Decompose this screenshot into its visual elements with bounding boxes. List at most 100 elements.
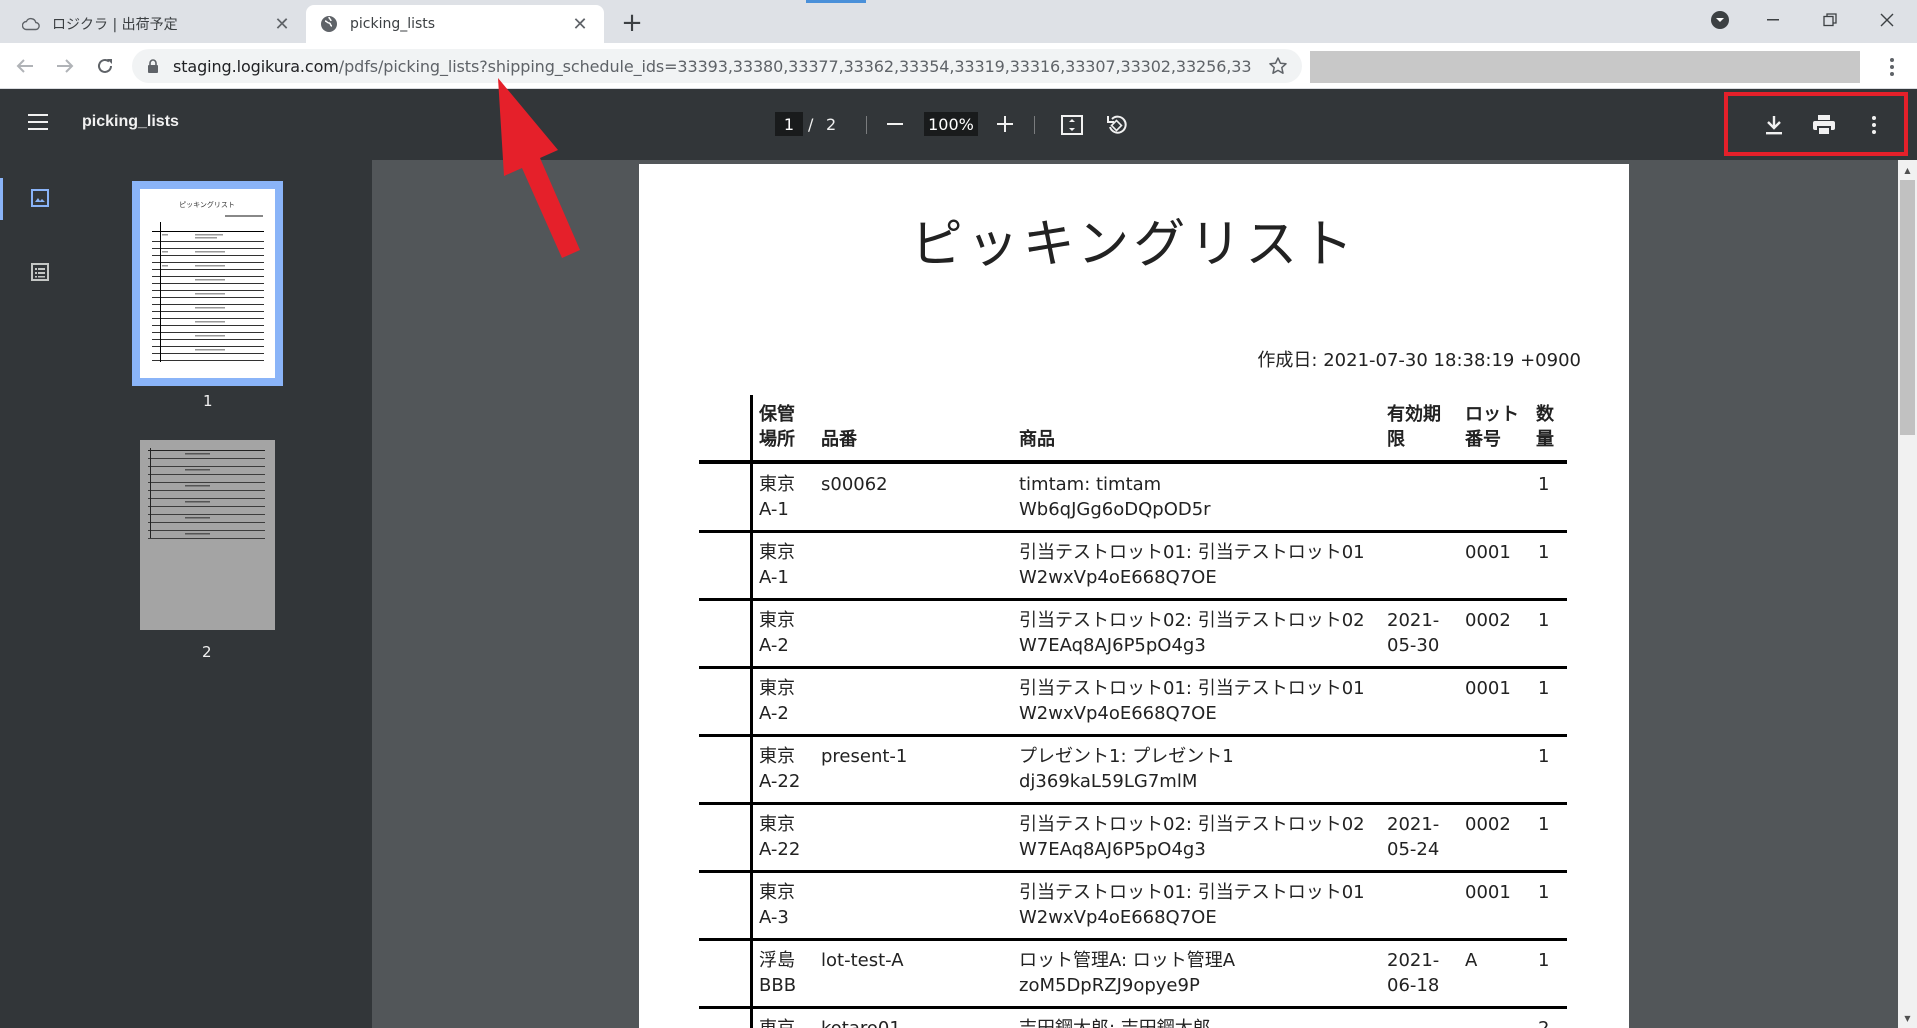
cell-product: 吉田鋼太郎: 吉田鋼太郎 [1019,1016,1211,1028]
scrollbar-thumb[interactable] [1900,180,1915,435]
url-text[interactable]: staging.logikura.com/pdfs/picking_lists?… [173,57,1253,76]
table-row: 東京 A-1 s00062 timtam: timtam Wb6qJGg6oDQpO… [699,464,1567,533]
close-icon[interactable] [1859,0,1915,40]
address-bar[interactable]: staging.logikura.com/pdfs/picking_lists?… [132,49,1302,83]
scroll-up-arrow-icon[interactable]: ▲ [1898,162,1917,178]
table-row: 東京 A-2 引当テストロット02: 引当テストロット02 W7EAq8AJ6P5p… [699,600,1567,669]
annotation-highlight-box [1724,92,1908,156]
zoom-out-button[interactable] [882,111,908,137]
table-row: 東京 A-2 引当テストロット01: 引当テストロット01 W2wxVp4oE668… [699,668,1567,737]
page-total: 2 [826,115,837,134]
url-host: staging.logikura.com [173,56,339,76]
cell-product: 引当テストロット02: 引当テストロット02 W7EAq8AJ6P5pO4g3 [1019,814,1365,860]
cell-product: ロット管理A: ロット管理A zoM5DpRZJ9opye9P [1019,950,1236,996]
header-expiry: 有効期 限 [1387,404,1441,450]
extensions-area-redacted [1310,51,1860,83]
cell-location: 東京 A-1 [759,474,795,520]
cell-location: 東京 A-22 [759,746,801,792]
url-path: /pdfs/picking_lists?shipping_schedule_id… [338,56,1253,76]
forward-arrow-icon[interactable] [50,51,80,81]
back-arrow-icon[interactable] [10,51,40,81]
sidebar-active-indicator [0,178,3,220]
tab-close-icon[interactable]: ✕ [272,14,292,35]
header-location: 保管 場所 [759,404,795,450]
annotation-red-arrow [498,78,580,258]
outline-view-icon[interactable] [22,254,58,290]
profile-dropdown-icon[interactable] [1692,0,1748,40]
menu-hamburger-icon[interactable] [28,113,50,135]
table-left-border [750,395,753,1028]
cell-location: 東京 A-22 [759,814,801,860]
thumbnails-view-icon[interactable] [22,180,58,216]
cell-code: kotaro01 [821,1016,901,1028]
toolbar-divider [1034,116,1035,134]
thumbnail-label: 2 [202,643,212,661]
browser-toolbar: staging.logikura.com/pdfs/picking_lists?… [0,43,1917,89]
cell-code: present-1 [821,746,908,767]
bookmark-star-icon[interactable] [1268,56,1288,76]
cell-qty: 1 [1538,746,1550,767]
table-row: 東京 A-22 present-1 プレゼント1: プレゼント1 dj369kaL5… [699,736,1567,805]
page-thumbnail-1[interactable]: ピッキングリスト [140,189,275,378]
cell-qty: 1 [1538,610,1550,631]
cell-expiry: 2021- 06-18 [1387,950,1440,996]
tab-title: ロジクラ | 出荷予定 [52,17,178,33]
cell-qty: 1 [1538,950,1550,971]
header-product: 商品 [1019,429,1055,450]
table-row: 東京 A-1 引当テストロット01: 引当テストロット01 W2wxVp4oE668… [699,532,1567,601]
cell-location: 浮島 BBB [759,950,797,996]
pdf-document-title: picking_lists [82,113,179,130]
cell-lot: A [1465,950,1478,971]
cell-location: 東京 A-2 [759,610,795,656]
fit-to-page-icon[interactable] [1058,111,1086,139]
table-row: 浮島 BBB lot-test-A ロット管理A: ロット管理A zoM5DpRZJ… [699,940,1567,1009]
table-header: 保管 場所 品番 商品 有効期 限 ロット 番号 数 量 [699,394,1567,464]
cell-lot: 0001 [1465,882,1511,903]
cell-product: プレゼント1: プレゼント1 dj369kaL59LG7mlM [1019,746,1234,792]
cell-location: 東京 A-3 [759,882,795,928]
cell-location: 東京 A-1 [759,542,795,588]
restore-icon[interactable] [1802,0,1858,40]
cell-product: 引当テストロット02: 引当テストロット02 W7EAq8AJ6P5pO4g3 [1019,610,1365,656]
cell-lot: 0002 [1465,814,1511,835]
cloud-icon [22,15,40,33]
tab-close-icon[interactable]: ✕ [570,14,590,35]
table-row: 東京 A-22 引当テストロット02: 引当テストロット02 W7EAq8AJ6P5… [699,804,1567,873]
cell-expiry: 2021- 05-30 [1387,610,1440,656]
cell-qty: 1 [1538,474,1550,495]
page-thumbnail-2[interactable] [140,440,275,630]
tab-search-indicator [806,0,866,3]
new-tab-button[interactable]: + [618,8,646,38]
svg-text:ピッキングリスト: ピッキングリスト [179,200,235,209]
created-date: 作成日: 2021-07-30 18:38:19 +0900 [1257,350,1581,371]
cell-code: s00062 [821,474,888,495]
pdf-page-1: ピッキングリスト 作成日: 2021-07-30 18:38:19 +0900 … [639,164,1629,1028]
tab-picking-lists[interactable]: picking_lists ✕ [306,5,604,43]
zoom-in-button[interactable] [992,111,1018,137]
cell-code: lot-test-A [821,950,904,971]
tab-logikura-shipping[interactable]: ロジクラ | 出荷予定 ✕ [8,5,306,43]
tab-strip: ロジクラ | 出荷予定 ✕ picking_lists ✕ + [0,0,1917,43]
page-number-input[interactable]: 1 [775,112,803,136]
cell-product: timtam: timtam Wb6qJGg6oDQpOD5r [1019,474,1211,520]
cell-location: 東京 [759,1016,795,1028]
reload-icon[interactable] [90,51,120,81]
scroll-down-arrow-icon[interactable]: ▼ [1898,1010,1917,1026]
cell-qty: 1 [1538,814,1550,835]
lock-icon[interactable] [147,58,161,74]
page-separator: / [808,115,814,134]
globe-icon [320,15,338,33]
rotate-icon[interactable] [1102,111,1130,139]
browser-menu-icon[interactable] [1880,53,1904,81]
table-row: 東京 A-3 引当テストロット01: 引当テストロット01 W2wxVp4oE668… [699,872,1567,941]
header-qty: 数 量 [1536,404,1554,450]
tab-title: picking_lists [350,16,436,32]
cell-qty: 1 [1538,678,1550,699]
toolbar-divider [866,116,867,134]
cell-product: 引当テストロット01: 引当テストロット01 W2wxVp4oE668Q7OE [1019,678,1365,724]
zoom-level-input[interactable]: 100% [924,112,978,136]
minimize-icon[interactable] [1745,0,1801,40]
cell-lot: 0001 [1465,678,1511,699]
document-title: ピッキングリスト [910,215,1358,275]
cell-location: 東京 A-2 [759,678,795,724]
